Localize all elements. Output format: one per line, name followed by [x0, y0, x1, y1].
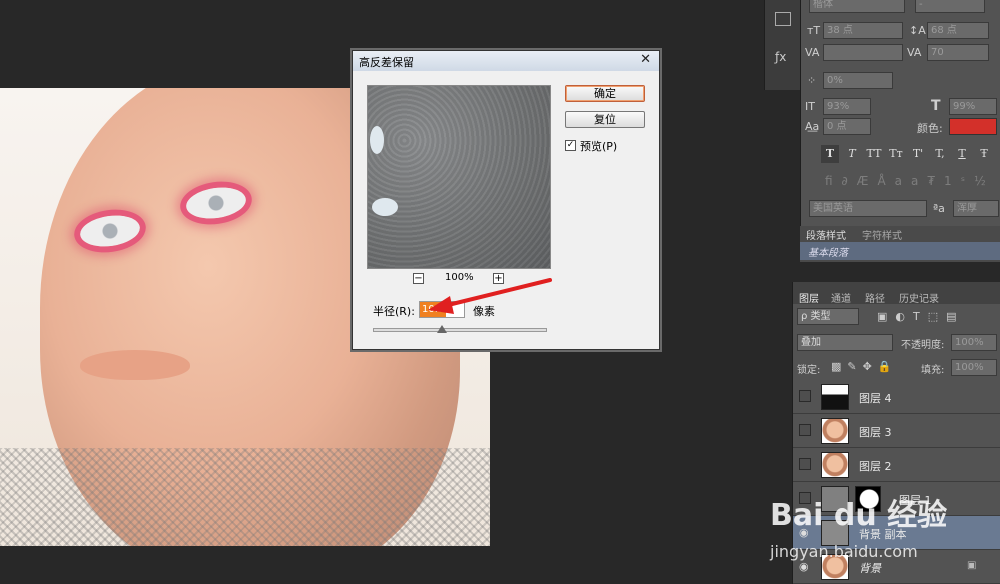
layers-panel: 图层 通道 路径 历史记录 ρ 类型 ▣◐T⬚▤ 叠加 不透明度: 100% 锁…	[792, 282, 1000, 584]
paragraph-style-item[interactable]: 基本段落	[800, 242, 1000, 260]
font-size-field[interactable]: 38 点	[823, 22, 903, 39]
vertical-scale-field[interactable]: 93%	[823, 98, 871, 115]
horizontal-scale-field[interactable]: 99%	[949, 98, 997, 115]
tab-character-styles[interactable]: 字符样式	[862, 227, 902, 242]
layer-name[interactable]: 图层 4	[859, 390, 892, 406]
reset-button[interactable]: 复位	[565, 111, 645, 128]
lock-icon: ▣	[967, 560, 977, 571]
vertical-scale-icon: IT	[805, 100, 815, 113]
paragraph-styles-panel: 段落样式 字符样式 基本段落	[800, 226, 1000, 262]
ok-button[interactable]: 确定	[565, 85, 645, 102]
visibility-toggle[interactable]	[799, 424, 811, 436]
tab-history[interactable]: 历史记录	[899, 290, 939, 305]
kerning-icon: VA	[805, 46, 820, 59]
grid-icon[interactable]	[775, 12, 791, 26]
opacity-label: 不透明度:	[901, 340, 945, 351]
antialias-icon: ªa	[933, 202, 945, 215]
visibility-toggle[interactable]	[799, 390, 811, 402]
layer-filter-select[interactable]: ρ 类型	[797, 308, 859, 325]
character-panel: 楷体 - ᴛT 38 点 ↕A 68 点 VA VA 70 ⁘ 0% IT 93…	[800, 0, 1000, 262]
baseline-scale-icon: ⁘	[807, 74, 817, 87]
radius-slider-track[interactable]	[373, 328, 547, 332]
preview-highlight	[372, 198, 398, 216]
faux-italic-button[interactable]: T	[843, 145, 861, 163]
blend-mode-select[interactable]: 叠加	[797, 334, 893, 351]
color-label: 颜色:	[917, 122, 943, 135]
layer-name[interactable]: 图层 3	[859, 424, 892, 440]
preview-label[interactable]: 预览(P)	[580, 138, 617, 154]
fill-label: 填充:	[921, 365, 945, 376]
portrait-lips	[80, 350, 190, 380]
watermark-url: jingyan.baidu.com	[770, 542, 918, 561]
preview-checkbox[interactable]: ✓	[565, 140, 576, 151]
layer-thumbnail	[821, 452, 849, 478]
all-caps-button[interactable]: TT	[865, 145, 883, 163]
small-caps-button[interactable]: Tт	[887, 145, 905, 163]
layers-tabbar	[793, 282, 1000, 304]
fill-field[interactable]: 100%	[951, 359, 997, 376]
faux-bold-button[interactable]: T	[821, 145, 839, 163]
font-style-select[interactable]: -	[915, 0, 985, 13]
filter-preview[interactable]	[367, 85, 551, 269]
kerning-field[interactable]	[823, 44, 903, 61]
tab-paragraph-styles[interactable]: 段落样式	[806, 227, 846, 242]
type-style-buttons: T T TT Tт T' T, T Ŧ	[821, 145, 993, 165]
tab-paths[interactable]: 路径	[865, 290, 885, 305]
opentype-icons: ﬁ∂ÆÅaa₮1ˢ½	[825, 174, 995, 188]
font-family-select[interactable]: 楷体	[809, 0, 905, 13]
leading-field[interactable]: 68 点	[927, 22, 989, 39]
portrait-veil	[0, 448, 490, 546]
layer-name[interactable]: 图层 2	[859, 458, 892, 474]
strikethrough-button[interactable]: Ŧ	[975, 145, 993, 163]
tab-channels[interactable]: 通道	[831, 290, 851, 305]
antialias-select[interactable]: 浑厚	[953, 200, 999, 217]
filter-icons: ▣◐T⬚▤	[877, 310, 965, 323]
radius-label: 半径(R):	[373, 305, 415, 318]
leading-icon: ↕A	[909, 24, 926, 37]
tracking-icon: VA	[907, 46, 922, 59]
tab-layers[interactable]: 图层	[799, 290, 819, 305]
lock-icons[interactable]: ▩✎✥🔒	[831, 360, 898, 373]
lock-label: 锁定:	[797, 365, 821, 376]
opacity-field[interactable]: 100%	[951, 334, 997, 351]
layer-name[interactable]: 背景	[859, 560, 881, 576]
visibility-toggle[interactable]	[799, 458, 811, 470]
baseline-shift-icon: A͟a	[805, 120, 820, 133]
layer-row[interactable]: 图层 4	[793, 380, 1000, 414]
baidu-watermark: Bai du 经验	[770, 498, 948, 533]
eye-icon[interactable]: ◉	[799, 560, 809, 573]
baseline-shift-field[interactable]: 0 点	[823, 118, 871, 135]
panel-toolstrip: ƒx	[764, 0, 800, 90]
dialog-title[interactable]: 高反差保留	[353, 51, 659, 71]
superscript-button[interactable]: T'	[909, 145, 927, 163]
tracking-field[interactable]: 70	[927, 44, 989, 61]
subscript-button[interactable]: T,	[931, 145, 949, 163]
layer-thumbnail	[821, 384, 849, 410]
preview-highlight	[370, 126, 384, 154]
close-icon[interactable]: ✕	[640, 52, 651, 67]
layer-row[interactable]: 图层 3	[793, 414, 1000, 448]
layer-thumbnail	[821, 418, 849, 444]
layer-row[interactable]: 图层 2	[793, 448, 1000, 482]
radius-slider-thumb[interactable]	[437, 325, 447, 333]
baseline-scale-field[interactable]: 0%	[823, 72, 893, 89]
language-select[interactable]: 美国英语	[809, 200, 927, 217]
fx-icon[interactable]: ƒx	[775, 50, 791, 66]
annotation-arrow	[428, 278, 552, 314]
underline-button[interactable]: T	[953, 145, 971, 163]
color-swatch[interactable]	[949, 118, 997, 135]
horizontal-scale-icon: T	[931, 98, 941, 114]
font-size-icon: ᴛT	[807, 24, 821, 37]
